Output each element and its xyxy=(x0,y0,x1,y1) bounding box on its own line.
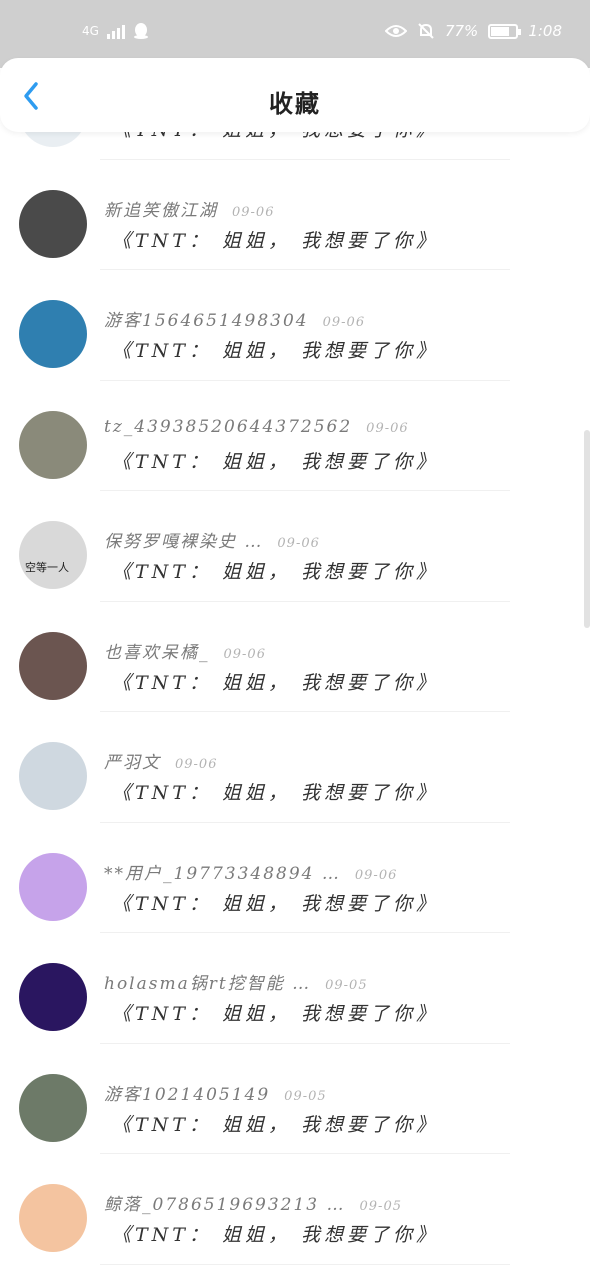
message-text[interactable]: 《TNT： 姐姐， 我想要了你》 xyxy=(112,226,439,253)
list-item[interactable]: 空等一人 保努罗嘎裸染史 … 09-06 《TNT： 姐姐， 我想要了你》 xyxy=(0,491,590,602)
bell-muted-icon xyxy=(418,23,434,39)
signal-icon xyxy=(106,23,125,39)
clock: 1:08 xyxy=(528,22,562,40)
username[interactable]: 新追笑傲江湖 xyxy=(104,196,218,221)
username[interactable]: 也喜欢呆橘_ xyxy=(104,638,210,663)
name-line: tz_43938520644372562 09-06 xyxy=(104,417,409,437)
post-date: 09-05 xyxy=(284,1088,327,1104)
favorites-list: 《TNT： 姐姐， 我想要了你》 新追笑傲江湖 09-06 《TNT： 姐姐， 我想要… xyxy=(0,49,590,1265)
username[interactable]: 游客1564651498304 xyxy=(104,306,309,331)
network-type: 4G xyxy=(82,24,99,38)
name-line: 也喜欢呆橘_ 09-06 xyxy=(104,638,266,663)
message-text[interactable]: 《TNT： 姐姐， 我想要了你》 xyxy=(112,1110,439,1137)
divider xyxy=(100,1263,510,1265)
battery-percent: 77% xyxy=(444,22,479,40)
avatar[interactable] xyxy=(19,631,87,700)
list-item[interactable]: tz_43938520644372562 09-06 《TNT： 姐姐， 我想要了你… xyxy=(0,381,590,491)
avatar[interactable] xyxy=(19,852,87,921)
post-date: 09-06 xyxy=(277,536,320,551)
avatar[interactable] xyxy=(19,1184,87,1252)
post-date: 09-06 xyxy=(322,315,366,330)
list-item[interactable]: 新追笑傲江湖 09-06 《TNT： 姐姐， 我想要了你》 xyxy=(0,160,590,270)
status-left: 4G xyxy=(82,22,149,40)
avatar[interactable] xyxy=(19,963,87,1031)
name-line: 鲸落_0786519693213 … 09-05 xyxy=(104,1190,402,1215)
list-item[interactable]: holasma锅rt挖智能 … 09-05 《TNT： 姐姐， 我想要了你》 xyxy=(0,933,590,1044)
avatar[interactable] xyxy=(19,410,87,479)
message-text[interactable]: 《TNT： 姐姐， 我想要了你》 xyxy=(112,1220,439,1247)
name-line: 新追笑傲江湖 09-06 xyxy=(104,196,274,221)
avatar[interactable]: 空等一人 xyxy=(19,521,87,589)
list-item[interactable]: 也喜欢呆橘_ 09-06 《TNT： 姐姐， 我想要了你》 xyxy=(0,602,590,712)
header: 收藏 xyxy=(0,58,590,132)
list-item[interactable]: 鲸落_0786519693213 … 09-05 《TNT： 姐姐， 我想要了你》 xyxy=(0,1154,590,1265)
post-date: 09-06 xyxy=(232,204,275,220)
list-item[interactable]: 游客1021405149 09-05 《TNT： 姐姐， 我想要了你》 xyxy=(0,1044,590,1154)
message-text[interactable]: 《TNT： 姐姐， 我想要了你》 xyxy=(112,336,439,363)
message-text[interactable]: 《TNT： 姐姐， 我想要了你》 xyxy=(112,447,439,474)
name-line: 游客1021405149 09-05 xyxy=(104,1080,327,1105)
post-date: 09-06 xyxy=(223,646,266,662)
post-date: 09-05 xyxy=(359,1199,402,1214)
post-date: 09-06 xyxy=(366,420,409,436)
post-date: 09-05 xyxy=(325,978,368,993)
list-item[interactable]: 游客1564651498304 09-06 《TNT： 姐姐， 我想要了你》 xyxy=(0,270,590,381)
message-text[interactable]: 《TNT： 姐姐， 我想要了你》 xyxy=(112,668,439,695)
qq-icon xyxy=(133,23,148,39)
eye-icon xyxy=(384,25,407,37)
scrollbar[interactable] xyxy=(584,430,590,628)
username[interactable]: tz_43938520644372562 xyxy=(104,417,352,437)
username[interactable]: 严羽文 xyxy=(104,748,161,773)
username[interactable]: 鲸落_0786519693213 … xyxy=(104,1190,346,1215)
name-line: 游客1564651498304 09-06 xyxy=(104,306,365,331)
avatar[interactable] xyxy=(19,1073,87,1142)
name-line: 保努罗嘎裸染史 … 09-06 xyxy=(104,527,320,552)
battery-level xyxy=(491,26,510,36)
avatar-text: 空等一人 xyxy=(25,561,69,574)
username[interactable]: 游客1021405149 xyxy=(104,1080,270,1105)
message-text[interactable]: 《TNT： 姐姐， 我想要了你》 xyxy=(112,889,439,916)
username[interactable]: 保努罗嘎裸染史 … xyxy=(104,527,263,552)
message-text[interactable]: 《TNT： 姐姐， 我想要了你》 xyxy=(112,999,439,1026)
list-item[interactable]: 严羽文 09-06 《TNT： 姐姐， 我想要了你》 xyxy=(0,712,590,823)
post-date: 09-06 xyxy=(175,757,218,772)
page-title: 收藏 xyxy=(269,90,321,118)
battery-icon xyxy=(488,23,522,39)
name-line: holasma锅rt挖智能 … 09-05 xyxy=(104,969,368,994)
username[interactable]: **用户_19773348894 … xyxy=(104,859,341,884)
message-text[interactable]: 《TNT： 姐姐， 我想要了你》 xyxy=(112,778,439,805)
username[interactable]: holasma锅rt挖智能 … xyxy=(104,969,311,994)
post-date: 09-06 xyxy=(354,867,398,883)
avatar[interactable] xyxy=(19,742,87,810)
status-right: 77% 1:08 xyxy=(384,22,562,40)
avatar[interactable] xyxy=(19,189,87,258)
name-line: 严羽文 09-06 xyxy=(104,748,217,773)
avatar[interactable] xyxy=(19,300,87,368)
name-line: **用户_19773348894 … 09-06 xyxy=(104,859,397,884)
message-text[interactable]: 《TNT： 姐姐， 我想要了你》 xyxy=(112,557,439,584)
list-item[interactable]: **用户_19773348894 … 09-06 《TNT： 姐姐， 我想要了你》 xyxy=(0,823,590,933)
